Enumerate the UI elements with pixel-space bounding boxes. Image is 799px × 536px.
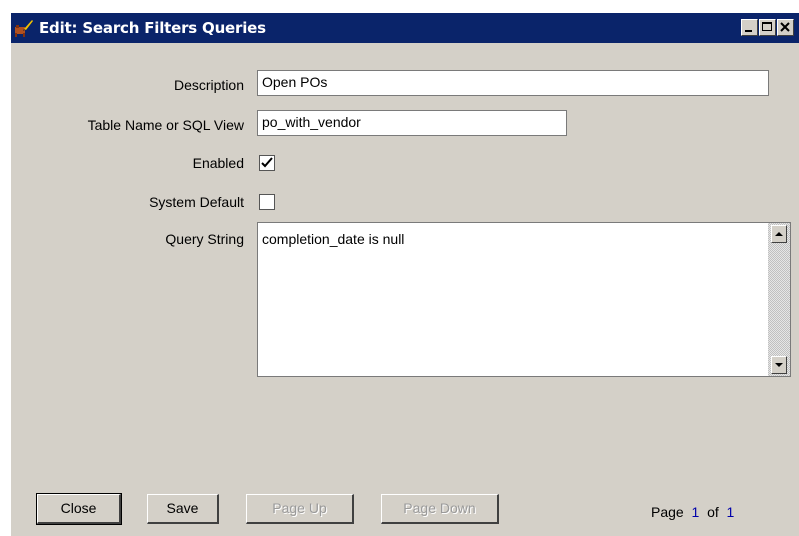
query-string-text: completion_date is null	[262, 231, 405, 247]
total-pages: 1	[726, 504, 735, 520]
query-string-label: Query String	[165, 231, 244, 247]
maximize-icon	[762, 22, 772, 31]
window-title: Edit: Search Filters Queries	[39, 19, 266, 37]
query-string-textarea[interactable]: completion_date is null	[257, 222, 791, 377]
enabled-checkbox[interactable]	[259, 155, 275, 171]
checkmark-icon	[261, 157, 273, 168]
table-name-label: Table Name or SQL View	[87, 117, 244, 133]
system-default-checkbox[interactable]	[259, 194, 275, 210]
enabled-label: Enabled	[192, 155, 244, 171]
edit-window: Edit: Search Filters Queries Description…	[10, 12, 799, 536]
minimize-button[interactable]	[741, 19, 758, 36]
of-word: of	[707, 504, 719, 520]
page-word: Page	[651, 504, 684, 520]
minimize-icon	[745, 30, 752, 32]
close-button[interactable]: Close	[36, 493, 122, 525]
current-page: 1	[691, 504, 700, 520]
description-label: Description	[173, 77, 244, 93]
description-input[interactable]: Open POs	[257, 70, 769, 96]
scroll-up-button[interactable]	[771, 225, 787, 243]
maximize-button[interactable]	[759, 19, 776, 36]
table-name-input[interactable]: po_with_vendor	[257, 110, 567, 136]
close-icon	[780, 22, 790, 32]
page-up-button[interactable]: Page Up	[246, 494, 354, 524]
title-bar[interactable]: Edit: Search Filters Queries	[11, 13, 799, 43]
page-indicator: Page 1 of 1	[651, 504, 734, 520]
app-icon	[15, 20, 33, 37]
arrow-up-icon	[775, 232, 783, 236]
close-window-button[interactable]	[777, 19, 794, 36]
page-down-button[interactable]: Page Down	[381, 494, 499, 524]
save-button[interactable]: Save	[147, 494, 219, 524]
scroll-down-button[interactable]	[771, 356, 787, 374]
system-default-label: System Default	[149, 194, 244, 210]
arrow-down-icon	[775, 363, 783, 367]
query-scrollbar[interactable]	[768, 223, 790, 376]
